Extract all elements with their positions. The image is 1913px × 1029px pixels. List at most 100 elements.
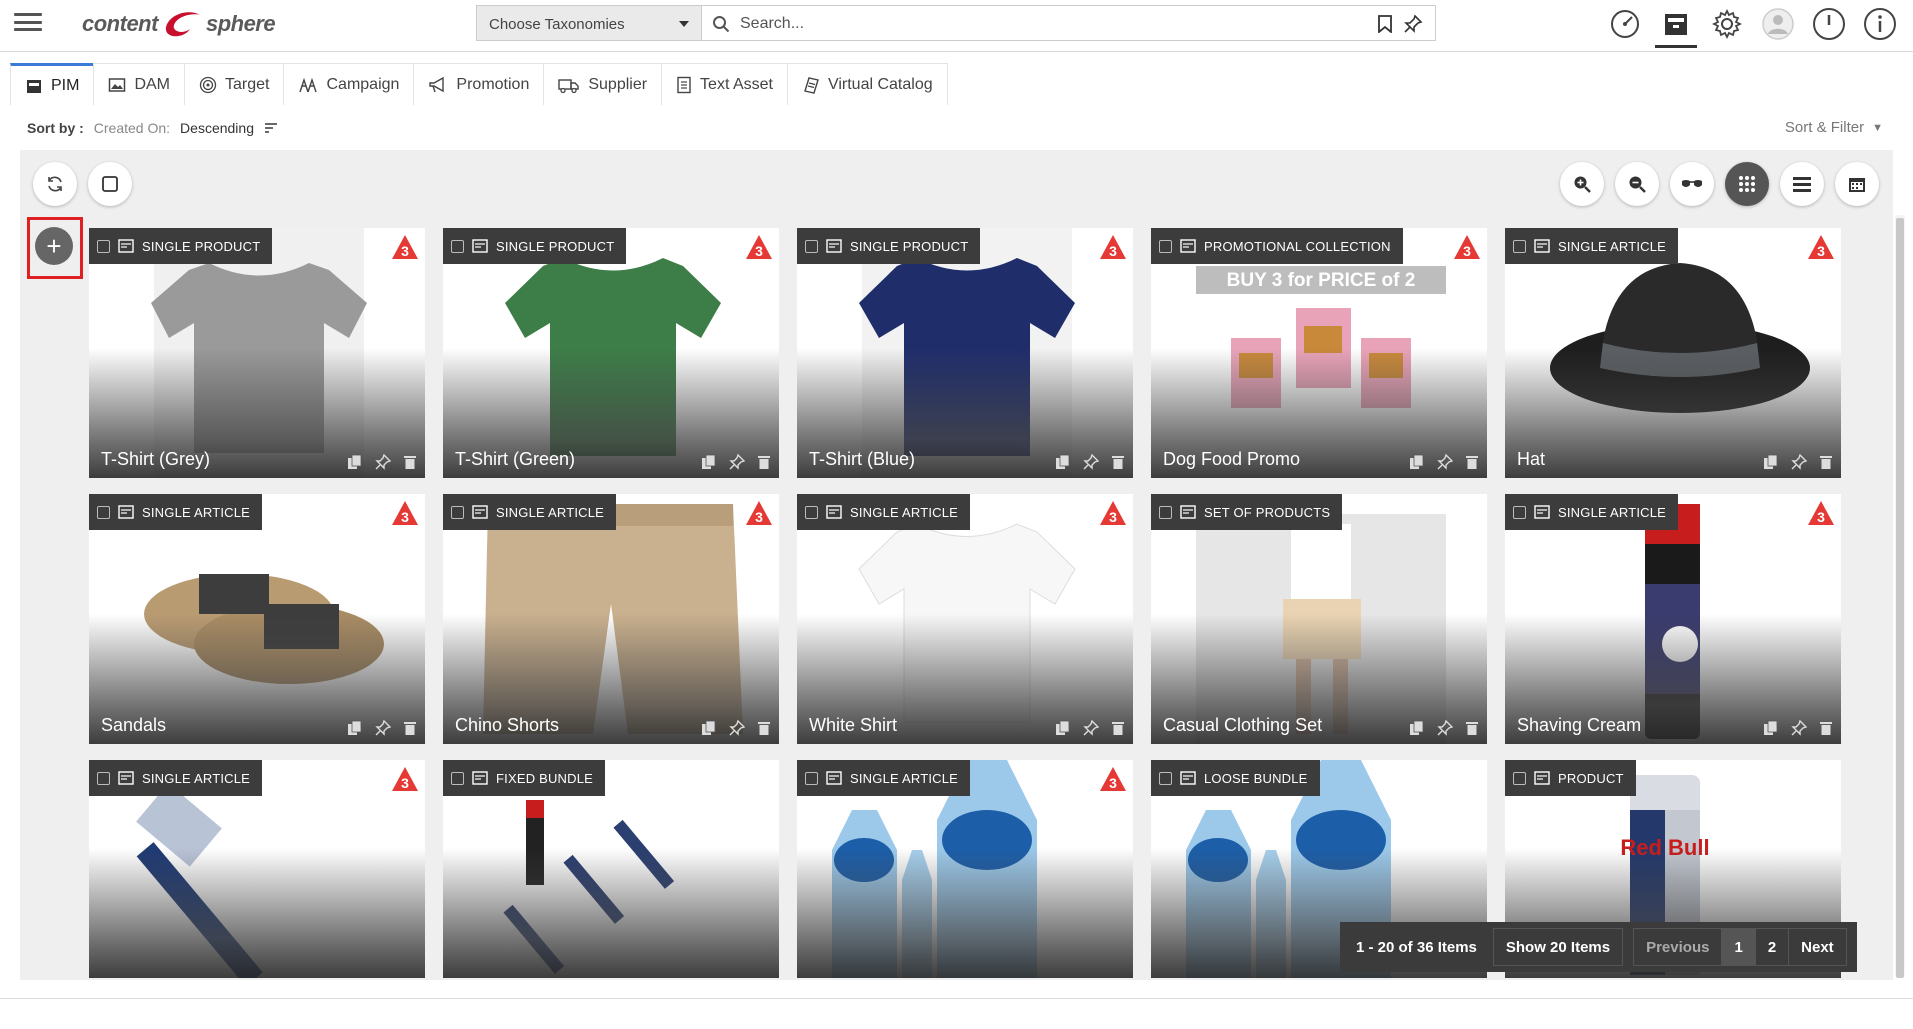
- warning-icon[interactable]: 3: [1807, 500, 1835, 526]
- card-checkbox[interactable]: [451, 239, 464, 253]
- card-checkbox[interactable]: [97, 239, 110, 253]
- pin-icon[interactable]: [1791, 720, 1807, 736]
- card-title[interactable]: White Shirt: [809, 715, 897, 736]
- card-checkbox[interactable]: [1513, 771, 1526, 785]
- pin-icon[interactable]: [1403, 14, 1423, 34]
- card-title[interactable]: Hat: [1517, 449, 1545, 470]
- card-checkbox[interactable]: [1159, 239, 1172, 253]
- product-card[interactable]: SINGLE ARTICLE 3 Sandals: [89, 494, 425, 744]
- page-2-button[interactable]: 2: [1754, 928, 1789, 966]
- zoom-out-button[interactable]: [1615, 162, 1659, 206]
- tab-virtual-catalog[interactable]: Virtual Catalog: [786, 63, 948, 105]
- pin-icon[interactable]: [375, 454, 391, 470]
- product-card[interactable]: SINGLE PRODUCT 3 T-Shirt (Grey): [89, 228, 425, 478]
- copy-icon[interactable]: [1763, 454, 1779, 470]
- product-card[interactable]: SET OF PRODUCTS Casual Clothing Set: [1151, 494, 1487, 744]
- show-items-button[interactable]: Show 20 Items: [1492, 928, 1624, 966]
- gear-icon[interactable]: [1710, 7, 1744, 41]
- tab-text-asset[interactable]: Text Asset: [661, 63, 788, 105]
- pin-icon[interactable]: [1437, 454, 1453, 470]
- scrollbar-thumb[interactable]: [1896, 218, 1904, 978]
- card-title[interactable]: Sandals: [101, 715, 166, 736]
- trash-icon[interactable]: [1819, 720, 1833, 736]
- product-card[interactable]: SINGLE ARTICLE 3 Chino Shorts: [443, 494, 779, 744]
- copy-icon[interactable]: [1763, 720, 1779, 736]
- card-title[interactable]: Shaving Cream: [1517, 715, 1641, 736]
- card-checkbox[interactable]: [1159, 771, 1172, 785]
- card-title[interactable]: T-Shirt (Green): [455, 449, 575, 470]
- search-input[interactable]: Search...: [740, 15, 804, 33]
- trash-icon[interactable]: [403, 454, 417, 470]
- pin-icon[interactable]: [1437, 720, 1453, 736]
- card-checkbox[interactable]: [1513, 239, 1526, 253]
- product-card[interactable]: SINGLE PRODUCT 3 T-Shirt (Blue): [797, 228, 1133, 478]
- calendar-view-button[interactable]: [1835, 162, 1879, 206]
- preview-button[interactable]: [1670, 162, 1714, 206]
- card-checkbox[interactable]: [805, 505, 818, 519]
- previous-button[interactable]: Previous: [1633, 928, 1722, 966]
- card-checkbox[interactable]: [1159, 505, 1172, 519]
- power-icon[interactable]: [1812, 7, 1846, 41]
- warning-icon[interactable]: 3: [391, 500, 419, 526]
- product-card[interactable]: SINGLE ARTICLE 3 Shaving Cream: [1505, 494, 1841, 744]
- warning-icon[interactable]: 3: [1807, 234, 1835, 260]
- tab-campaign[interactable]: Campaign: [283, 63, 415, 105]
- avatar-icon[interactable]: [1761, 7, 1795, 41]
- copy-icon[interactable]: [701, 720, 717, 736]
- bookmark-icon[interactable]: [1377, 15, 1393, 33]
- card-checkbox[interactable]: [451, 771, 464, 785]
- dashboard-icon[interactable]: [1608, 7, 1642, 41]
- copy-icon[interactable]: [347, 454, 363, 470]
- copy-icon[interactable]: [1055, 720, 1071, 736]
- tab-promotion[interactable]: Promotion: [413, 63, 545, 105]
- tab-supplier[interactable]: Supplier: [543, 63, 663, 105]
- taxonomy-select[interactable]: Choose Taxonomies: [476, 5, 701, 41]
- card-checkbox[interactable]: [97, 771, 110, 785]
- copy-icon[interactable]: [701, 454, 717, 470]
- trash-icon[interactable]: [1111, 454, 1125, 470]
- warning-icon[interactable]: 3: [745, 234, 773, 260]
- next-button[interactable]: Next: [1788, 928, 1847, 966]
- copy-icon[interactable]: [347, 720, 363, 736]
- info-icon[interactable]: [1863, 7, 1897, 41]
- list-view-button[interactable]: [1780, 162, 1824, 206]
- product-card[interactable]: SINGLE ARTICLE 3 White Shirt: [797, 494, 1133, 744]
- copy-icon[interactable]: [1055, 454, 1071, 470]
- sort-lines-icon[interactable]: [264, 122, 278, 134]
- product-card[interactable]: SINGLE PRODUCT 3 T-Shirt (Green): [443, 228, 779, 478]
- sort-key[interactable]: Created On:: [94, 120, 170, 136]
- trash-icon[interactable]: [1819, 454, 1833, 470]
- card-title[interactable]: Chino Shorts: [455, 715, 559, 736]
- warning-icon[interactable]: 3: [391, 766, 419, 792]
- card-checkbox[interactable]: [805, 771, 818, 785]
- zoom-in-button[interactable]: [1560, 162, 1604, 206]
- product-card[interactable]: SINGLE ARTICLE 3: [89, 760, 425, 978]
- card-title[interactable]: Casual Clothing Set: [1163, 715, 1322, 736]
- trash-icon[interactable]: [757, 454, 771, 470]
- pin-icon[interactable]: [1083, 720, 1099, 736]
- trash-icon[interactable]: [403, 720, 417, 736]
- tab-dam[interactable]: DAM: [93, 63, 186, 105]
- product-card[interactable]: SINGLE ARTICLE 3 Hat: [1505, 228, 1841, 478]
- sort-value[interactable]: Descending: [180, 120, 254, 136]
- card-title[interactable]: T-Shirt (Blue): [809, 449, 915, 470]
- sort-filter-toggle[interactable]: Sort & Filter ▼: [1785, 119, 1883, 136]
- warning-icon[interactable]: 3: [1453, 234, 1481, 260]
- search-bar[interactable]: Search...: [701, 5, 1436, 41]
- warning-icon[interactable]: 3: [1099, 766, 1127, 792]
- card-checkbox[interactable]: [805, 239, 818, 253]
- tab-pim[interactable]: PIM: [10, 63, 95, 105]
- card-title[interactable]: T-Shirt (Grey): [101, 449, 210, 470]
- warning-icon[interactable]: 3: [1099, 500, 1127, 526]
- warning-icon[interactable]: 3: [745, 500, 773, 526]
- catalog-box-icon[interactable]: [1655, 7, 1697, 48]
- refresh-button[interactable]: [33, 162, 77, 206]
- copy-icon[interactable]: [1409, 454, 1425, 470]
- pin-icon[interactable]: [729, 454, 745, 470]
- trash-icon[interactable]: [1465, 454, 1479, 470]
- card-title[interactable]: Dog Food Promo: [1163, 449, 1300, 470]
- menu-icon[interactable]: [14, 11, 42, 33]
- card-checkbox[interactable]: [1513, 505, 1526, 519]
- trash-icon[interactable]: [1465, 720, 1479, 736]
- tab-target[interactable]: Target: [184, 63, 285, 105]
